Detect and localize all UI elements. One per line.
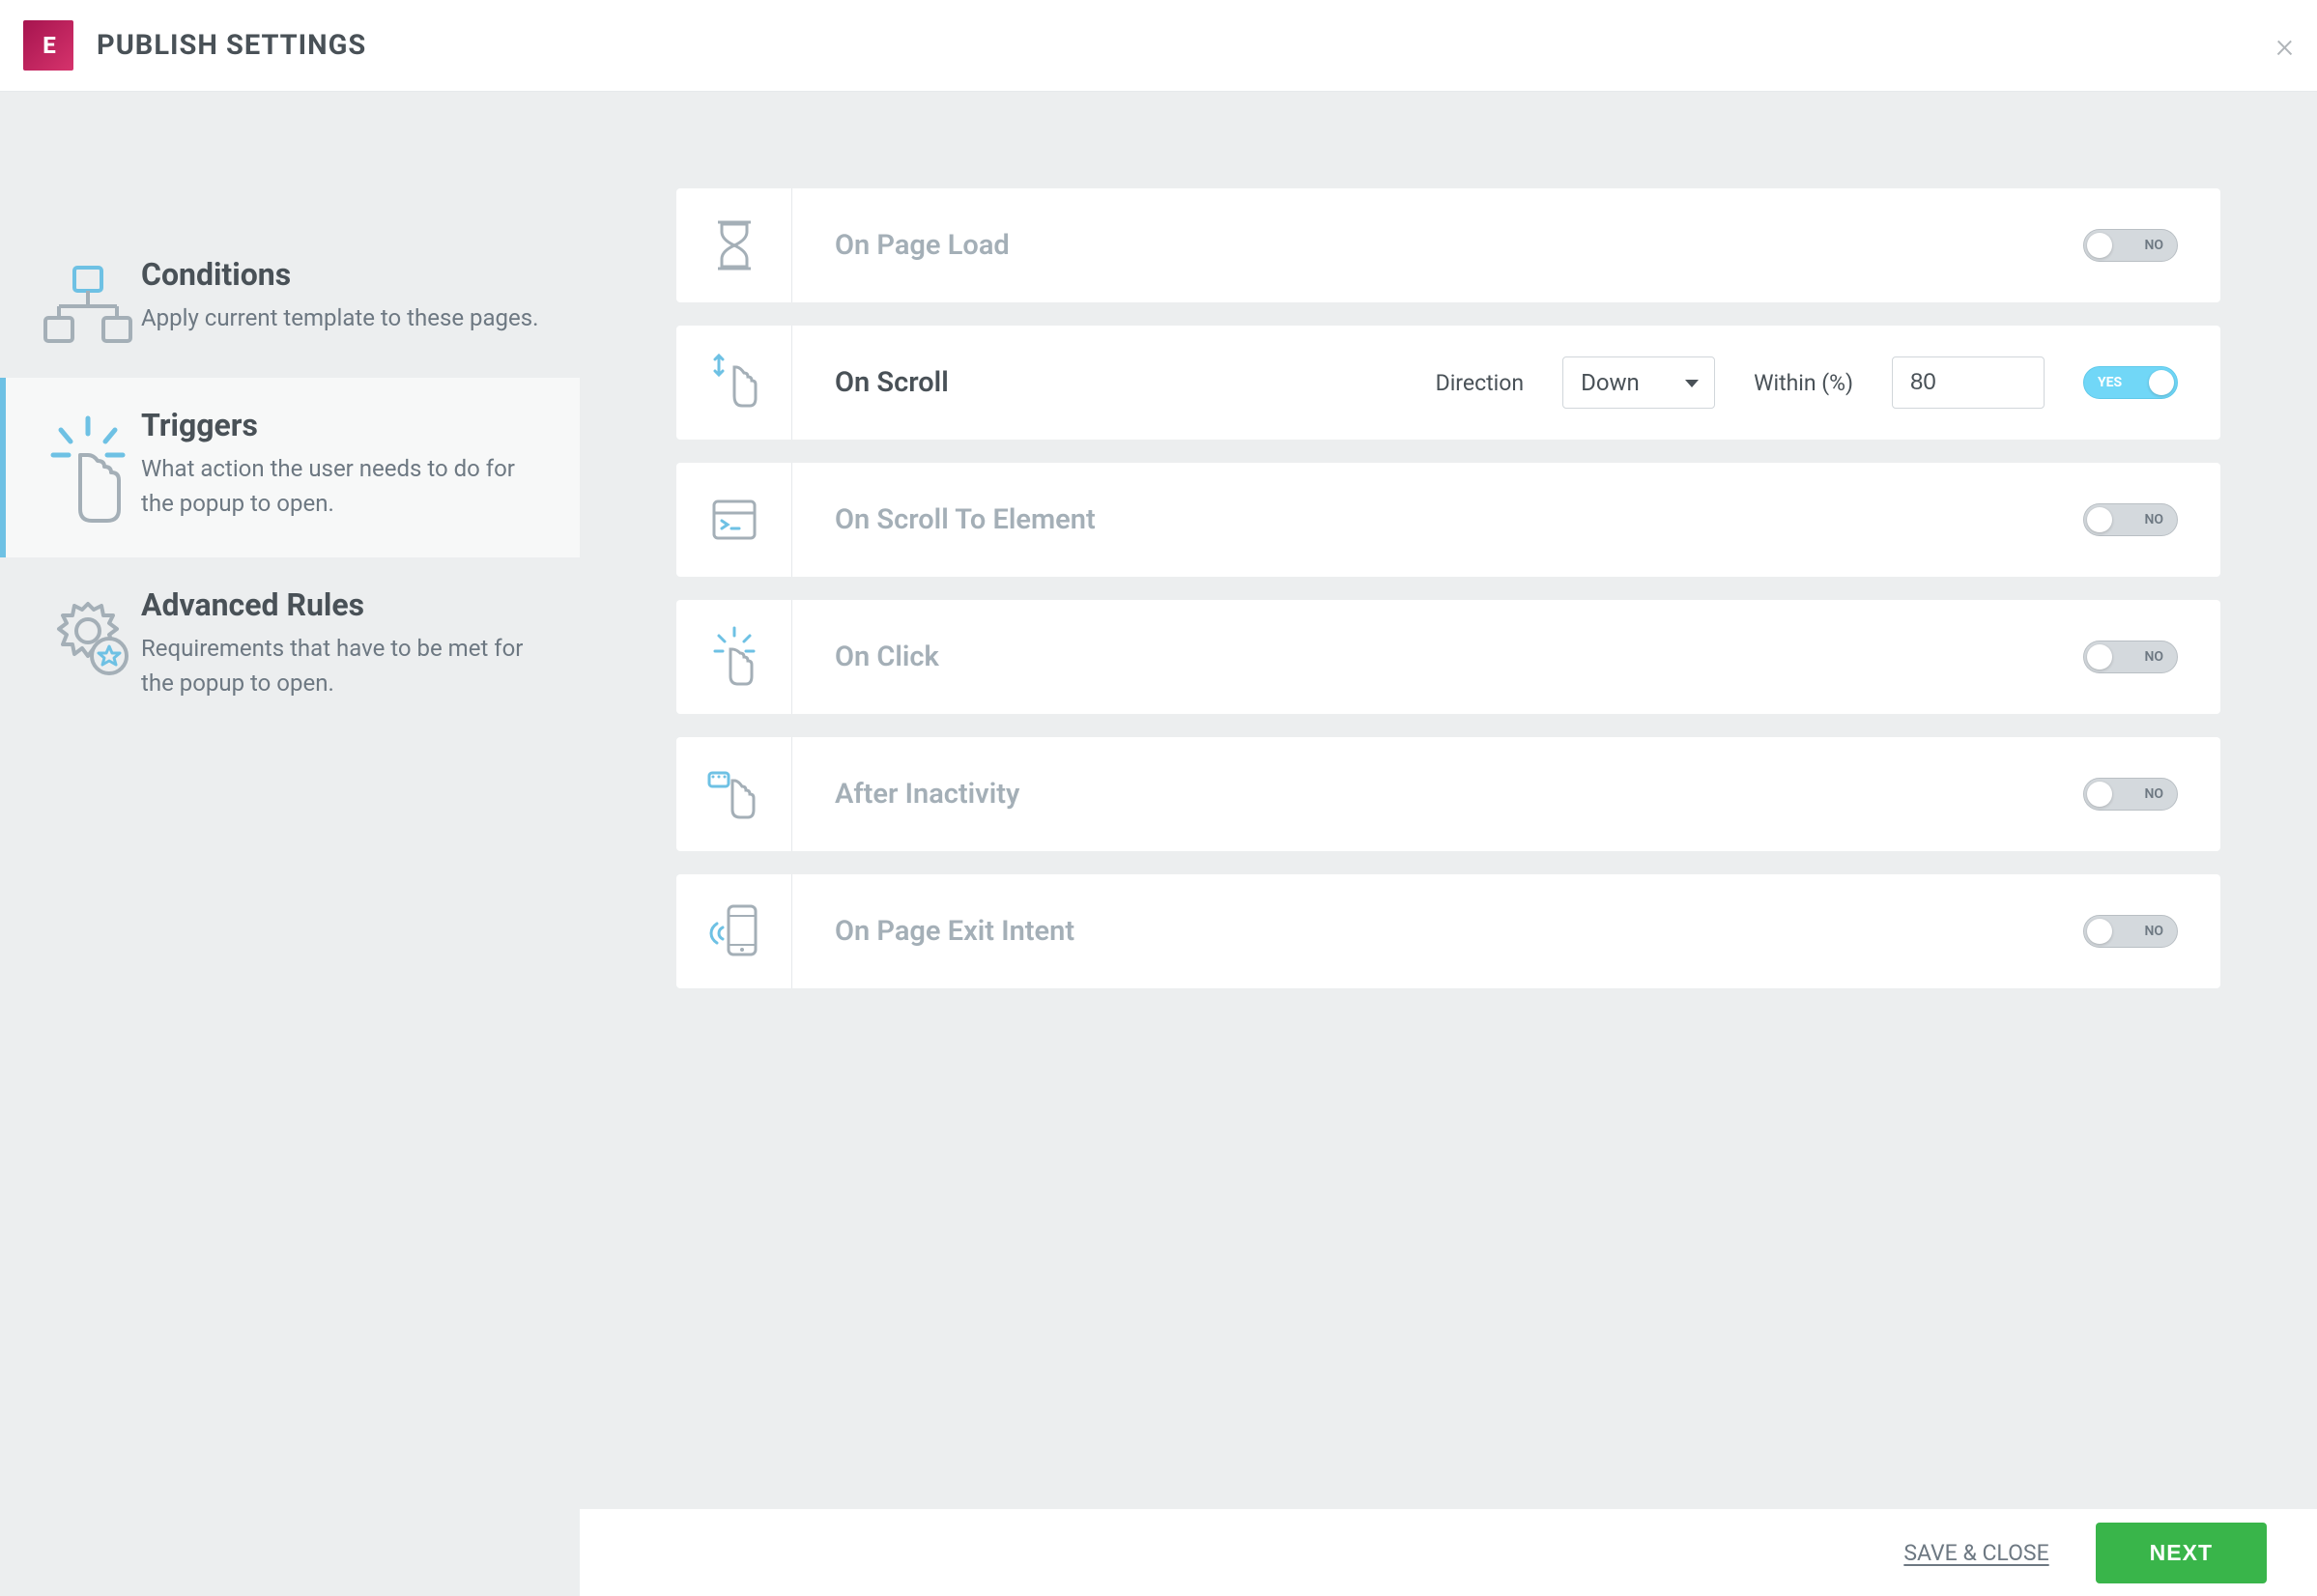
close-icon[interactable]: ×: [2275, 28, 2294, 63]
terminal-icon: [676, 463, 792, 577]
hourglass-icon: [676, 188, 792, 302]
sidebar-conditions-desc: Apply current template to these pages.: [141, 300, 538, 335]
trigger-label: On Page Load: [835, 229, 2045, 262]
header-bar: E PUBLISH SETTINGS ×: [0, 0, 2317, 92]
toggle-knob: [2087, 233, 2112, 258]
trigger-toggle-exit-intent[interactable]: NO: [2083, 915, 2178, 948]
sidebar-advanced-desc: Requirements that have to be met for the…: [141, 631, 545, 700]
direction-select[interactable]: Down: [1562, 356, 1715, 409]
trigger-toggle-inactivity[interactable]: NO: [2083, 778, 2178, 811]
trigger-toggle-scroll-element[interactable]: NO: [2083, 503, 2178, 536]
elementor-logo: E: [23, 20, 73, 71]
sitemap-icon: [35, 256, 141, 349]
within-input[interactable]: [1892, 356, 2045, 409]
direction-label: Direction: [1436, 370, 1524, 396]
sidebar-advanced-title: Advanced Rules: [141, 586, 545, 623]
main-panel: On Page Load NO On Scroll Direction Down: [580, 92, 2317, 1596]
sidebar-triggers-desc: What action the user needs to do for the…: [141, 451, 545, 521]
trigger-toggle-page-load[interactable]: NO: [2083, 229, 2178, 262]
trigger-toggle-on-click[interactable]: NO: [2083, 641, 2178, 673]
sidebar-item-advanced-rules[interactable]: Advanced Rules Requirements that have to…: [0, 557, 580, 729]
toggle-knob: [2087, 507, 2112, 532]
trigger-label: On Page Exit Intent: [835, 915, 2045, 948]
next-button[interactable]: NEXT: [2096, 1523, 2267, 1583]
trigger-on-scroll-to-element[interactable]: On Scroll To Element NO: [676, 463, 2220, 577]
footer-bar: SAVE & CLOSE NEXT: [580, 1509, 2317, 1596]
trigger-label: After Inactivity: [835, 778, 2045, 811]
click-icon: [35, 407, 141, 528]
sidebar-conditions-title: Conditions: [141, 256, 538, 293]
trigger-on-click[interactable]: On Click NO: [676, 600, 2220, 714]
toggle-knob: [2149, 370, 2174, 395]
toggle-knob: [2087, 782, 2112, 807]
trigger-label: On Scroll: [835, 366, 1397, 399]
click-burst-icon: [676, 600, 792, 714]
toggle-knob: [2087, 919, 2112, 944]
gear-star-icon: [35, 586, 141, 700]
sleep-hand-icon: [676, 737, 792, 851]
page-title: PUBLISH SETTINGS: [97, 29, 366, 62]
layout-root: Conditions Apply current template to the…: [0, 92, 2317, 1596]
trigger-toggle-on-scroll[interactable]: YES: [2083, 366, 2178, 399]
save-close-button[interactable]: SAVE & CLOSE: [1903, 1540, 2048, 1566]
trigger-after-inactivity[interactable]: After Inactivity NO: [676, 737, 2220, 851]
sidebar-triggers-title: Triggers: [141, 407, 545, 443]
sidebar: Conditions Apply current template to the…: [0, 92, 580, 1596]
sidebar-item-triggers[interactable]: Triggers What action the user needs to d…: [0, 378, 580, 557]
phone-exit-icon: [676, 874, 792, 988]
trigger-label: On Scroll To Element: [835, 503, 2045, 536]
toggle-knob: [2087, 644, 2112, 670]
sidebar-item-conditions[interactable]: Conditions Apply current template to the…: [0, 227, 580, 378]
scroll-hand-icon: [676, 326, 792, 440]
within-label: Within (%): [1754, 370, 1853, 396]
trigger-on-page-load[interactable]: On Page Load NO: [676, 188, 2220, 302]
trigger-on-page-exit-intent[interactable]: On Page Exit Intent NO: [676, 874, 2220, 988]
trigger-label: On Click: [835, 641, 2045, 673]
trigger-on-scroll[interactable]: On Scroll Direction Down Within (%) YES: [676, 326, 2220, 440]
